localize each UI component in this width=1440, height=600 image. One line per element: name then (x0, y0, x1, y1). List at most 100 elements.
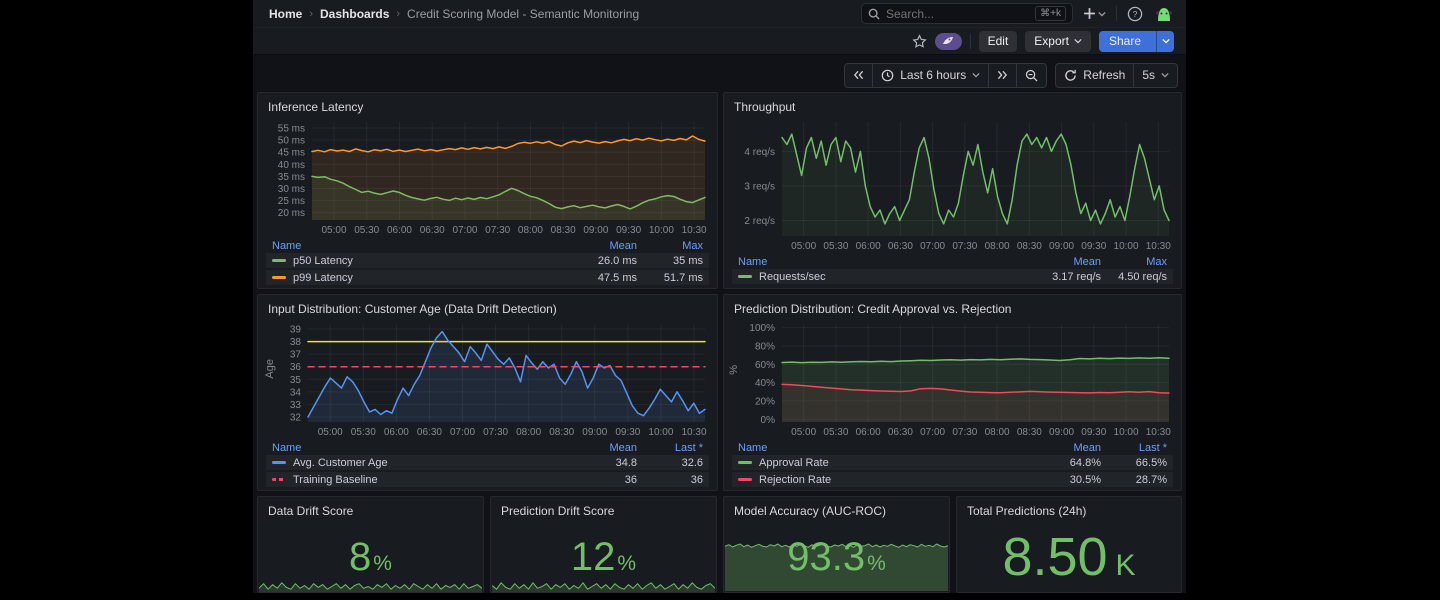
series-name: Rejection Rate (759, 474, 831, 486)
series-swatch (272, 478, 286, 481)
nav-divider (1116, 6, 1117, 21)
ai-assistant-button[interactable] (935, 33, 962, 50)
breadcrumb-dashboards[interactable]: Dashboards (320, 7, 389, 21)
svg-text:05:30: 05:30 (351, 427, 376, 438)
legend-col-last[interactable]: Last * (637, 442, 703, 454)
throughput-chart[interactable]: 05:0005:3006:0006:3007:0007:3008:0008:30… (732, 118, 1175, 252)
panel-title[interactable]: Total Predictions (24h) (957, 497, 1181, 520)
legend-col-mean[interactable]: Mean (557, 240, 637, 252)
refresh-interval-picker[interactable]: 5s (1134, 64, 1177, 87)
edit-button[interactable]: Edit (979, 31, 1018, 52)
add-button[interactable] (1083, 7, 1106, 20)
refresh-button[interactable]: Refresh (1056, 64, 1134, 87)
legend-series-toggle[interactable]: Approval Rate (738, 457, 1021, 469)
panel-title[interactable]: Inference Latency (258, 93, 717, 116)
customer-age-chart[interactable]: 05:0005:3006:0006:3007:0007:3008:0008:30… (278, 320, 711, 438)
legend-series-toggle[interactable]: p50 Latency (272, 255, 557, 267)
series-swatch (738, 275, 752, 278)
panel-title[interactable]: Throughput (724, 93, 1181, 116)
svg-text:45 ms: 45 ms (278, 148, 305, 159)
legend-series-toggle[interactable]: Rejection Rate (738, 474, 1021, 486)
latency-chart[interactable]: 05:0005:3006:0006:3007:0007:3008:0008:30… (266, 118, 711, 236)
svg-text:40%: 40% (755, 378, 775, 389)
time-range-picker[interactable]: Last 6 hours (873, 64, 989, 87)
user-avatar[interactable] (1153, 3, 1174, 24)
plus-icon (1083, 7, 1096, 20)
legend-col-max[interactable]: Max (637, 240, 703, 252)
legend-row-avg-age: Avg. Customer Age 34.8 32.6 (266, 455, 709, 470)
svg-text:10:30: 10:30 (1146, 241, 1171, 252)
breadcrumb: Home › Dashboards › Credit Scoring Model… (269, 7, 639, 21)
help-button[interactable]: ? (1127, 6, 1143, 22)
svg-text:06:30: 06:30 (420, 225, 445, 236)
legend-col-max[interactable]: Max (1101, 256, 1167, 268)
toolbar-divider (970, 34, 971, 49)
legend-series-toggle[interactable]: Requests/sec (738, 271, 1021, 283)
series-last: 32.6 (637, 457, 703, 469)
export-button[interactable]: Export (1025, 31, 1091, 52)
series-swatch (272, 276, 286, 279)
share-menu-button[interactable] (1156, 31, 1174, 52)
series-max: 51.7 ms (637, 272, 703, 284)
stat-number: 12 (571, 537, 616, 577)
zoom-out-button[interactable] (1017, 64, 1046, 87)
mascot-avatar-icon (1154, 4, 1174, 24)
dashboard-toolbar: Edit Export Share (253, 28, 1186, 55)
series-mean: 26.0 ms (557, 255, 637, 267)
series-max: 35 ms (637, 255, 703, 267)
prediction-chart[interactable]: 05:0005:3006:0006:3007:0007:3008:0008:30… (744, 320, 1175, 438)
time-forward-button[interactable] (989, 64, 1017, 87)
share-button[interactable]: Share (1099, 31, 1151, 52)
panel-title[interactable]: Data Drift Score (258, 497, 483, 520)
legend-series-toggle[interactable]: Avg. Customer Age (272, 457, 557, 469)
svg-text:100%: 100% (749, 323, 775, 334)
search-input[interactable] (886, 7, 1029, 21)
legend-row-rejection: Rejection Rate 30.5% 28.7% (732, 472, 1173, 487)
y-axis-label-percent: % (728, 365, 740, 375)
legend-col-name[interactable]: Name (272, 240, 557, 252)
legend-col-last[interactable]: Last * (1101, 442, 1167, 454)
svg-text:07:00: 07:00 (450, 427, 475, 438)
latency-legend: Name Mean Max p50 Latency 26.0 ms 35 ms … (258, 238, 717, 285)
chevron-down-icon (1098, 11, 1106, 17)
series-mean: 3.17 req/s (1021, 271, 1101, 283)
series-name: Avg. Customer Age (293, 457, 388, 469)
svg-text:05:00: 05:00 (791, 427, 816, 438)
legend-col-mean[interactable]: Mean (1021, 442, 1101, 454)
svg-text:07:30: 07:30 (952, 241, 977, 252)
svg-text:50 ms: 50 ms (278, 136, 305, 147)
legend-col-name[interactable]: Name (272, 442, 557, 454)
breadcrumb-home[interactable]: Home (269, 7, 302, 21)
legend-col-name[interactable]: Name (738, 442, 1021, 454)
stat-unit: % (373, 538, 392, 576)
series-mean: 47.5 ms (557, 272, 637, 284)
search-box[interactable]: ⌘+k (861, 3, 1073, 24)
panel-title[interactable]: Prediction Distribution: Credit Approval… (724, 295, 1181, 318)
chevron-down-icon (1074, 38, 1082, 44)
legend-series-toggle[interactable]: p99 Latency (272, 272, 557, 284)
panel-title[interactable]: Input Distribution: Customer Age (Data D… (258, 295, 717, 318)
time-back-button[interactable] (845, 64, 873, 87)
panel-title[interactable]: Prediction Drift Score (491, 497, 716, 520)
svg-text:06:00: 06:00 (856, 241, 881, 252)
legend-row-approval: Approval Rate 64.8% 66.5% (732, 455, 1173, 470)
svg-text:34: 34 (290, 387, 302, 398)
stat-value: 8% (258, 527, 483, 586)
panel-title[interactable]: Model Accuracy (AUC-ROC) (724, 497, 949, 520)
star-icon[interactable] (912, 34, 927, 49)
panel-total-predictions: Total Predictions (24h) 8.50K (956, 496, 1182, 593)
svg-text:07:30: 07:30 (485, 225, 510, 236)
search-icon (868, 8, 880, 20)
time-range-label: Last 6 hours (900, 68, 966, 82)
svg-text:09:00: 09:00 (583, 225, 608, 236)
svg-text:07:00: 07:00 (920, 427, 945, 438)
svg-text:39: 39 (290, 325, 302, 336)
legend-col-mean[interactable]: Mean (1021, 256, 1101, 268)
legend-col-name[interactable]: Name (738, 256, 1021, 268)
series-max: 4.50 req/s (1101, 271, 1167, 283)
top-navbar: Home › Dashboards › Credit Scoring Model… (253, 0, 1186, 28)
legend-col-mean[interactable]: Mean (557, 442, 637, 454)
svg-text:08:00: 08:00 (985, 427, 1010, 438)
legend-series-toggle[interactable]: Training Baseline (272, 474, 557, 486)
series-name: p99 Latency (293, 272, 353, 284)
